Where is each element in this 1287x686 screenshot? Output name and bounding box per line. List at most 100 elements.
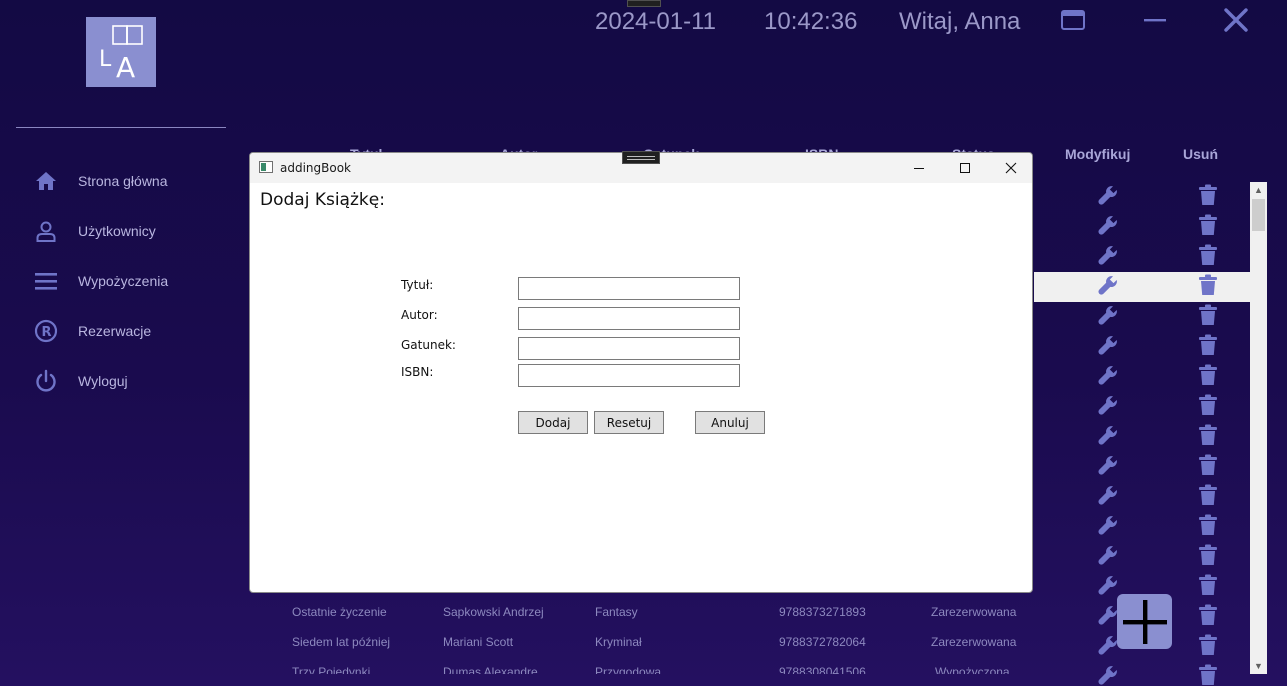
trash-icon[interactable] — [1196, 303, 1220, 327]
isbn-input[interactable] — [518, 364, 740, 387]
dialog-minimize-button[interactable] — [896, 153, 942, 183]
close-button[interactable] — [1221, 6, 1251, 34]
trash-icon[interactable] — [1196, 633, 1220, 657]
title-input[interactable] — [518, 277, 740, 300]
table-row[interactable] — [1034, 212, 1250, 242]
wrench-icon[interactable] — [1096, 213, 1120, 237]
dialog-heading: Dodaj Książkę: — [260, 190, 385, 210]
dialog-window-title: addingBook — [280, 161, 352, 175]
wrench-icon[interactable] — [1096, 273, 1120, 297]
trash-icon[interactable] — [1196, 543, 1220, 567]
table-row[interactable] — [1034, 542, 1250, 572]
title-label: Tytuł: — [401, 278, 434, 292]
wrench-icon[interactable] — [1096, 243, 1120, 267]
wrench-icon[interactable] — [1096, 483, 1120, 507]
wrench-icon[interactable] — [1096, 543, 1120, 567]
wrench-icon[interactable] — [1096, 663, 1120, 686]
wrench-icon[interactable] — [1096, 333, 1120, 357]
table-row[interactable] — [1034, 182, 1250, 212]
trash-icon[interactable] — [1196, 603, 1220, 627]
trash-icon[interactable] — [1196, 573, 1220, 597]
sidebar-item-label: Strona główna — [78, 173, 168, 189]
trash-icon[interactable] — [1196, 363, 1220, 387]
close-icon — [1005, 162, 1017, 174]
col-header-modify: Modyfikuj — [1065, 146, 1131, 162]
dialog-maximize-button[interactable] — [942, 153, 988, 183]
trash-icon[interactable] — [1196, 333, 1220, 357]
table-row[interactable] — [1034, 422, 1250, 452]
table-row[interactable] — [1034, 332, 1250, 362]
reset-button[interactable]: Resetuj — [594, 411, 664, 434]
table-row[interactable] — [1034, 662, 1250, 686]
table-cell-status: Zarezerwowana — [931, 605, 1017, 619]
table-cell-author: Dumas Alexandre — [443, 665, 538, 674]
user-icon — [30, 215, 62, 247]
isbn-label: ISBN: — [401, 365, 434, 379]
maximize-button[interactable] — [1058, 6, 1088, 34]
table-row[interactable] — [1034, 392, 1250, 422]
table-scrollbar[interactable]: ▲ ▼ — [1250, 182, 1267, 674]
table-row[interactable] — [1034, 512, 1250, 542]
table-cell-genre: Fantasy — [595, 605, 638, 619]
current-time: 10:42:36 — [764, 8, 858, 35]
minimize-icon — [914, 168, 924, 169]
add-button[interactable]: Dodaj — [518, 411, 588, 434]
trash-icon[interactable] — [1196, 183, 1220, 207]
sidebar-item-label: Rezerwacje — [78, 323, 152, 339]
sidebar-item-reservations[interactable]: R Rezerwacje — [30, 315, 240, 347]
cancel-button[interactable]: Anuluj — [695, 411, 765, 434]
maximize-icon — [1061, 10, 1085, 30]
home-icon — [30, 165, 62, 197]
minimize-icon — [1144, 19, 1166, 22]
trash-icon[interactable] — [1196, 453, 1220, 477]
wrench-icon[interactable] — [1096, 393, 1120, 417]
table-row[interactable] — [1034, 272, 1250, 302]
table-row[interactable] — [1034, 302, 1250, 332]
table-row[interactable] — [1034, 482, 1250, 512]
app-logo: L A — [86, 17, 156, 87]
table-row[interactable] — [1034, 362, 1250, 392]
table-row[interactable] — [1034, 452, 1250, 482]
wrench-icon[interactable] — [1096, 453, 1120, 477]
wrench-icon[interactable] — [1096, 303, 1120, 327]
maximize-icon — [960, 163, 970, 173]
trash-icon[interactable] — [1196, 393, 1220, 417]
table-cell-genre: Przygodowa — [595, 665, 662, 674]
trash-icon[interactable] — [1196, 663, 1220, 686]
trash-icon[interactable] — [1196, 513, 1220, 537]
dialog-close-button[interactable] — [988, 153, 1032, 183]
dialog-drag-handle[interactable] — [622, 151, 660, 164]
wrench-icon[interactable] — [1096, 183, 1120, 207]
trash-icon[interactable] — [1196, 483, 1220, 507]
plus-icon — [1122, 599, 1167, 644]
genre-label: Gatunek: — [401, 338, 456, 352]
add-book-button[interactable] — [1117, 594, 1172, 649]
trash-icon[interactable] — [1196, 213, 1220, 237]
svg-text:R: R — [42, 325, 52, 340]
sidebar-item-logout[interactable]: Wyloguj — [30, 365, 240, 397]
scroll-up-arrow[interactable]: ▲ — [1250, 182, 1267, 198]
table-cell-isbn: 9788372782064 — [779, 635, 866, 649]
logo-letter-l: L — [99, 47, 112, 72]
trash-icon[interactable] — [1196, 423, 1220, 447]
genre-input[interactable] — [518, 337, 740, 360]
scroll-down-arrow[interactable]: ▼ — [1250, 658, 1267, 674]
author-input[interactable] — [518, 307, 740, 330]
add-book-dialog: addingBook Dodaj Książkę: Tytuł: Autor: … — [249, 152, 1033, 593]
trash-icon[interactable] — [1196, 243, 1220, 267]
table-row[interactable] — [1034, 242, 1250, 272]
trash-icon[interactable] — [1196, 273, 1220, 297]
minimize-button[interactable] — [1140, 6, 1170, 34]
sidebar-divider — [16, 127, 226, 128]
close-icon — [1224, 8, 1248, 32]
sidebar-item-users[interactable]: Użytkownicy — [30, 215, 240, 247]
top-drag-handle[interactable] — [627, 0, 661, 7]
wrench-icon[interactable] — [1096, 363, 1120, 387]
table-cell-isbn: 9788373271893 — [779, 605, 866, 619]
wrench-icon[interactable] — [1096, 573, 1120, 597]
sidebar-item-loans[interactable]: Wypożyczenia — [30, 265, 240, 297]
wrench-icon[interactable] — [1096, 423, 1120, 447]
sidebar-item-home[interactable]: Strona główna — [30, 165, 240, 197]
scroll-thumb[interactable] — [1252, 199, 1265, 231]
wrench-icon[interactable] — [1096, 513, 1120, 537]
